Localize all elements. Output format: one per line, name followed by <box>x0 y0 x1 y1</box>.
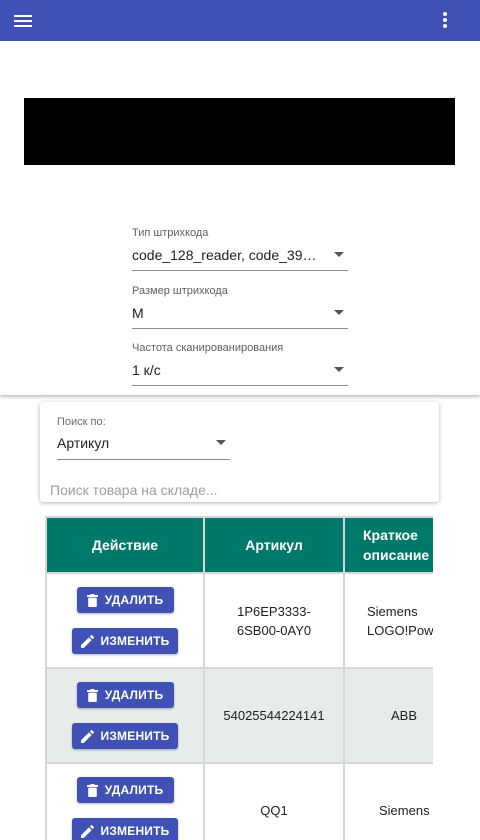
column-header-action: Действие <box>45 516 205 574</box>
more-vert-icon[interactable] <box>436 12 454 32</box>
column-header-article: Артикул <box>203 516 345 574</box>
barcode-type-value-box[interactable]: code_128_reader, code_39_reader <box>132 246 348 271</box>
table-row: УДАЛИТЬ ИЗМЕНИТЬ 54025544224141 ABB <box>45 667 433 764</box>
search-by-select[interactable]: Поиск по: Артикул <box>57 416 230 460</box>
edit-button[interactable]: ИЗМЕНИТЬ <box>72 818 178 840</box>
action-cell: УДАЛИТЬ ИЗМЕНИТЬ <box>45 572 205 669</box>
trash-icon <box>86 593 98 607</box>
trash-icon <box>86 688 98 702</box>
barcode-size-label: Размер штрихкода <box>132 285 228 297</box>
table-header-row: Действие Артикул Краткое описание <box>45 516 433 574</box>
pencil-icon <box>80 824 94 838</box>
description-cell: Siemens LOGO!Power <box>343 572 433 669</box>
action-cell: УДАЛИТЬ ИЗМЕНИТЬ <box>45 762 205 840</box>
scan-frequency-label: Частота сканированирования <box>132 342 284 354</box>
barcode-type-label: Тип штрихкода <box>132 227 209 239</box>
description-cell: Siemens <box>343 762 433 840</box>
article-cell: 54025544224141 <box>203 667 345 764</box>
search-panel: Поиск по: Артикул <box>40 402 439 502</box>
column-header-description-text: Краткое описание <box>363 527 430 563</box>
column-header-description: Краткое описание <box>343 516 433 574</box>
edit-button[interactable]: ИЗМЕНИТЬ <box>72 628 178 654</box>
article-cell: QQ1 <box>203 762 345 840</box>
chevron-down-icon <box>334 310 344 315</box>
pencil-icon <box>80 729 94 743</box>
chevron-down-icon <box>216 440 226 445</box>
table-row: УДАЛИТЬ ИЗМЕНИТЬ 1P6EP3333- 6SB00-0AY0 S… <box>45 572 433 669</box>
trash-icon <box>86 783 98 797</box>
edit-button-label: ИЗМЕНИТЬ <box>100 728 170 743</box>
edit-button[interactable]: ИЗМЕНИТЬ <box>72 723 178 749</box>
app-bar <box>0 0 480 41</box>
table-row: УДАЛИТЬ ИЗМЕНИТЬ QQ1 Siemens <box>45 762 433 840</box>
edit-button-label: ИЗМЕНИТЬ <box>100 633 170 648</box>
search-by-label: Поиск по: <box>57 416 106 428</box>
scan-frequency-select[interactable]: Частота сканированирования 1 к/с <box>132 342 348 386</box>
scan-frequency-value-box[interactable]: 1 к/с <box>132 361 348 386</box>
camera-preview <box>24 98 455 165</box>
article-cell: 1P6EP3333- 6SB00-0AY0 <box>203 572 345 669</box>
chevron-down-icon <box>334 252 344 257</box>
delete-button[interactable]: УДАЛИТЬ <box>76 587 174 613</box>
barcode-size-select[interactable]: Размер штрихкода M <box>132 285 348 329</box>
pencil-icon <box>80 634 94 648</box>
barcode-type-select[interactable]: Тип штрихкода code_128_reader, code_39_r… <box>132 227 348 271</box>
barcode-size-value-box[interactable]: M <box>132 304 348 329</box>
inventory-table-container[interactable]: Действие Артикул Краткое описание УДАЛИТ… <box>45 516 433 840</box>
search-by-value: Артикул <box>57 435 110 451</box>
inventory-table: Действие Артикул Краткое описание УДАЛИТ… <box>45 516 433 840</box>
barcode-size-value: M <box>132 305 144 321</box>
delete-button[interactable]: УДАЛИТЬ <box>76 777 174 803</box>
edit-button-label: ИЗМЕНИТЬ <box>100 823 170 838</box>
barcode-type-value: code_128_reader, code_39_reader <box>132 247 324 263</box>
description-cell: ABB <box>343 667 433 764</box>
scan-frequency-value: 1 к/с <box>132 362 161 378</box>
scanner-panel: Тип штрихкода code_128_reader, code_39_r… <box>0 41 480 395</box>
chevron-down-icon <box>334 367 344 372</box>
delete-button-label: УДАЛИТЬ <box>104 782 164 797</box>
delete-button[interactable]: УДАЛИТЬ <box>76 682 174 708</box>
menu-icon[interactable] <box>12 12 34 30</box>
delete-button-label: УДАЛИТЬ <box>104 592 164 607</box>
search-by-value-box[interactable]: Артикул <box>57 434 230 460</box>
search-input[interactable] <box>50 480 430 500</box>
delete-button-label: УДАЛИТЬ <box>104 687 164 702</box>
action-cell: УДАЛИТЬ ИЗМЕНИТЬ <box>45 667 205 764</box>
